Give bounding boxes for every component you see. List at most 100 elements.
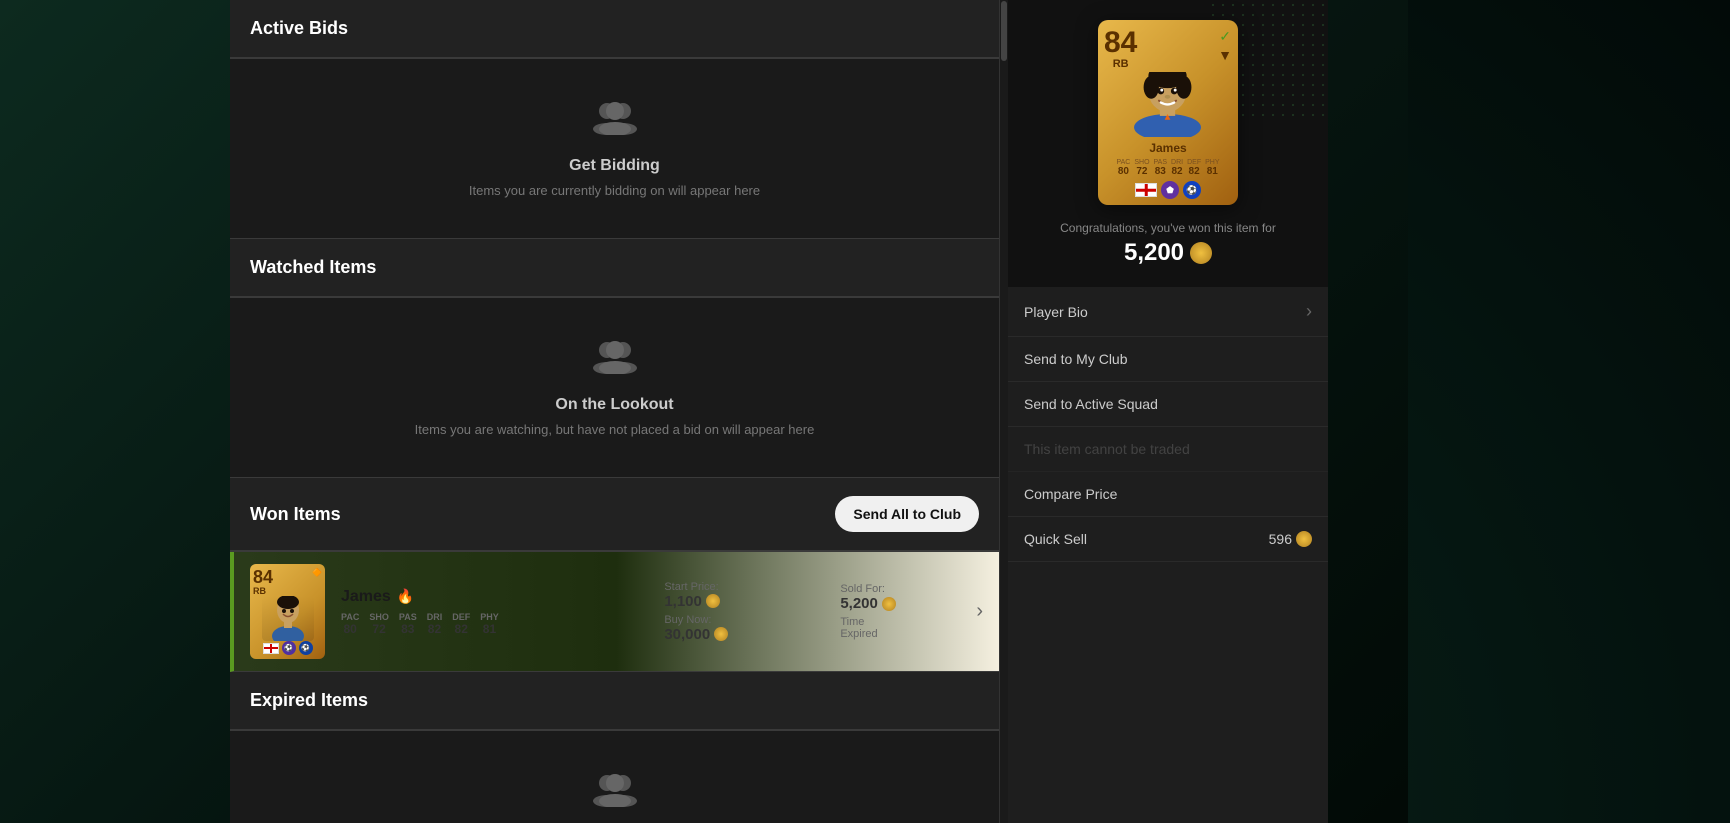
watched-items-title: Watched Items bbox=[250, 257, 376, 277]
stat-pac: PAC 80 bbox=[341, 612, 359, 636]
send-to-my-club-label: Send to My Club bbox=[1024, 351, 1128, 367]
won-price-display: 5,200 bbox=[1124, 239, 1212, 267]
stat-pas-value: 83 bbox=[401, 622, 414, 636]
player-stats-row: PAC 80 SHO 72 PAS 83 bbox=[341, 612, 648, 636]
main-container: Active Bids Get Bidding bbox=[230, 0, 1730, 823]
quick-sell-value: 596 bbox=[1269, 531, 1312, 547]
sold-for-coin-icon bbox=[882, 597, 896, 611]
expired-items-empty bbox=[230, 731, 999, 823]
buy-now-label: Buy Now: bbox=[664, 614, 824, 626]
card-flags-row-large: ⬟ ⚽ bbox=[1135, 181, 1201, 199]
stat-def-value: 82 bbox=[455, 622, 468, 636]
stat-pas: PAS 83 bbox=[399, 612, 417, 636]
compare-price-action[interactable]: Compare Price bbox=[1008, 472, 1328, 517]
active-bids-empty: Get Bidding Items you are currently bidd… bbox=[230, 59, 999, 239]
start-price-coin-icon bbox=[706, 594, 720, 608]
stat-phy: PHY 81 bbox=[480, 612, 499, 636]
send-to-active-squad-action[interactable]: Send to Active Squad bbox=[1008, 382, 1328, 427]
watched-items-icon bbox=[591, 338, 639, 384]
send-to-active-squad-label: Send to Active Squad bbox=[1024, 396, 1158, 412]
card-top-row: 84 RB ✓ ▼ bbox=[1104, 28, 1232, 70]
stat-dri-value: 82 bbox=[428, 622, 441, 636]
stat-pac-label: PAC bbox=[341, 612, 359, 622]
player-card-small: 84 RB 🔶 bbox=[250, 564, 325, 659]
quick-sell-amount: 596 bbox=[1269, 531, 1292, 547]
buy-now-line: Buy Now: 30,000 bbox=[664, 614, 824, 643]
stat-phy-value: 81 bbox=[483, 622, 496, 636]
quick-sell-label: Quick Sell bbox=[1024, 531, 1087, 547]
quick-sell-coin-icon bbox=[1296, 531, 1312, 547]
card-flags-small: ⚽ ⚽ bbox=[263, 641, 313, 655]
player-name-row: James 🔥 bbox=[341, 588, 648, 606]
scrollbar[interactable] bbox=[1000, 0, 1008, 823]
left-panel: Active Bids Get Bidding bbox=[230, 0, 1000, 823]
stat-sho-value: 72 bbox=[372, 622, 385, 636]
stat-pas-label: PAS bbox=[399, 612, 417, 622]
sold-for-line: Sold For: 5,200 bbox=[840, 583, 960, 612]
send-all-to-club-button[interactable]: Send All to Club bbox=[835, 496, 979, 532]
buy-now-value: 30,000 bbox=[664, 626, 824, 643]
start-price-value: 1,100 bbox=[664, 593, 824, 610]
sold-info: Sold For: 5,200 Time Expired bbox=[840, 583, 960, 640]
expired-items-icon bbox=[591, 771, 639, 817]
stat-sho: SHO 72 bbox=[369, 612, 389, 636]
player-name-icon: 🔥 bbox=[397, 588, 414, 605]
cannot-be-traded-label: This item cannot be traded bbox=[1024, 441, 1190, 457]
card-arrow-down-icon: ▼ bbox=[1218, 47, 1232, 63]
buy-now-coin-icon bbox=[714, 627, 728, 641]
england-flag bbox=[1135, 183, 1157, 197]
scroll-track bbox=[1000, 0, 1008, 823]
won-item-row[interactable]: 84 RB 🔶 bbox=[230, 552, 999, 672]
card-position-small: RB bbox=[253, 586, 273, 596]
stat-dri-label: DRI bbox=[427, 612, 443, 622]
quick-sell-action[interactable]: Quick Sell 596 bbox=[1008, 517, 1328, 562]
card-stat-dri: DRI 82 bbox=[1171, 159, 1183, 177]
stat-def: DEF 82 bbox=[452, 612, 470, 636]
cannot-be-traded-action: This item cannot be traded bbox=[1008, 427, 1328, 472]
card-rating-small: 84 bbox=[253, 568, 273, 586]
item-detail-arrow[interactable]: › bbox=[976, 600, 983, 623]
start-price-line: Start Price: 1,100 bbox=[664, 581, 824, 610]
watched-items-empty-desc: Items you are watching, but have not pla… bbox=[415, 422, 815, 437]
time-label: Time bbox=[840, 616, 960, 628]
player-bio-label: Player Bio bbox=[1024, 304, 1088, 320]
start-price-label: Start Price: bbox=[664, 581, 824, 593]
send-to-my-club-action[interactable]: Send to My Club bbox=[1008, 337, 1328, 382]
card-player-img-small bbox=[262, 596, 314, 641]
won-items-header: Won Items Send All to Club bbox=[230, 478, 999, 551]
card-stat-phy: PHY 81 bbox=[1205, 159, 1219, 177]
watched-items-empty-title: On the Lookout bbox=[555, 396, 673, 414]
card-position-large: RB bbox=[1113, 58, 1129, 70]
player-bio-action[interactable]: Player Bio › bbox=[1008, 287, 1328, 337]
card-stat-def: DEF 82 bbox=[1187, 159, 1201, 177]
stat-sho-label: SHO bbox=[369, 612, 389, 622]
expired-items-header: Expired Items bbox=[230, 672, 999, 730]
sold-for-value: 5,200 bbox=[840, 595, 960, 612]
compare-price-label: Compare Price bbox=[1024, 486, 1117, 502]
active-bids-title: Active Bids bbox=[250, 18, 348, 38]
card-left-info: 84 RB bbox=[1104, 28, 1137, 70]
left-panel-scroll[interactable]: Active Bids Get Bidding bbox=[230, 0, 999, 823]
congrats-text: Congratulations, you've won this item fo… bbox=[1060, 221, 1276, 235]
action-menu: Player Bio › Send to My Club Send to Act… bbox=[1008, 287, 1328, 823]
stat-pac-value: 80 bbox=[343, 622, 356, 636]
stat-dri: DRI 82 bbox=[427, 612, 443, 636]
left-background bbox=[0, 0, 230, 823]
club-badge-2: ⚽ bbox=[1183, 181, 1201, 199]
card-rating-large: 84 bbox=[1104, 28, 1137, 58]
card-checkmark: ✓ bbox=[1219, 28, 1231, 45]
stat-def-label: DEF bbox=[452, 612, 470, 622]
price-info: Start Price: 1,100 Buy Now: 30,000 bbox=[664, 581, 824, 643]
club-badge-1: ⬟ bbox=[1161, 181, 1179, 199]
active-bids-icon bbox=[591, 99, 639, 145]
card-stat-pas: PAS 83 bbox=[1154, 159, 1168, 177]
scroll-thumb bbox=[1001, 1, 1007, 61]
card-stat-sho: SHO 72 bbox=[1134, 159, 1149, 177]
player-card-area: 84 RB ✓ ▼ bbox=[1008, 0, 1328, 287]
time-line: Time Expired bbox=[840, 616, 960, 640]
expired-items-title: Expired Items bbox=[250, 690, 368, 710]
card-stats-row-large: PAC 80 SHO 72 PAS 83 DRI 82 bbox=[1104, 159, 1232, 177]
player-bio-arrow-icon: › bbox=[1306, 301, 1312, 322]
active-bids-empty-desc: Items you are currently bidding on will … bbox=[469, 183, 760, 198]
time-value: Expired bbox=[840, 628, 960, 640]
